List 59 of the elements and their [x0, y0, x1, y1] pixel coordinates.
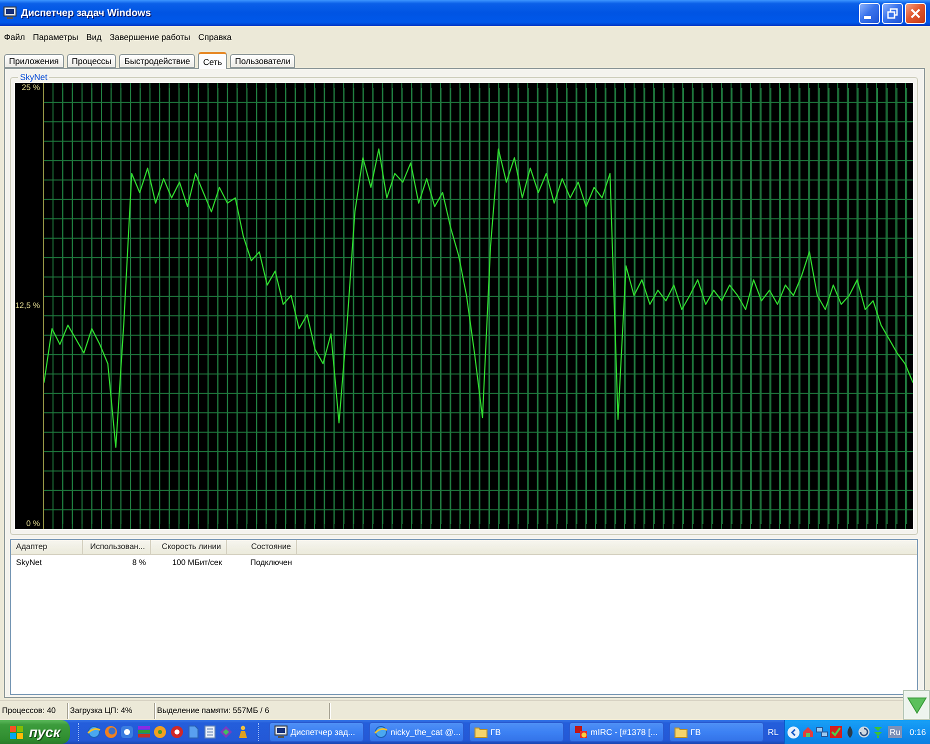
menu-item[interactable]: Справка [194, 32, 236, 42]
monitor-icon [3, 6, 17, 20]
house-icon[interactable] [802, 726, 814, 738]
taskbar-button[interactable]: ГВ [668, 722, 764, 742]
tray-indicator: RL [766, 727, 780, 737]
status-text: Процессов: 40 [0, 702, 68, 718]
clock: 0:16 [909, 727, 926, 737]
diamond-icon[interactable] [219, 725, 233, 739]
app-tile-icon [574, 725, 588, 739]
minimize-button[interactable] [859, 2, 880, 24]
tab[interactable]: Сеть [198, 52, 227, 69]
column-header[interactable]: Скорость линии [151, 540, 227, 554]
check-tile-icon[interactable] [830, 726, 842, 738]
planet-icon[interactable] [87, 725, 101, 739]
status-text: Загрузка ЦП: 4% [68, 702, 155, 718]
table-cell-text: Подключен [249, 557, 293, 569]
planet-icon [374, 725, 388, 739]
restore-icon [887, 8, 898, 18]
menu-item[interactable]: Файл [0, 32, 29, 42]
column-header[interactable]: Состояние [227, 540, 297, 554]
taskbar-button[interactable]: Диспетчер зад... [268, 722, 364, 742]
status-text: Выделение памяти: 557МБ / 6 [155, 702, 330, 718]
table-cell-text: 100 МБит/сек [171, 557, 223, 569]
screens-icon[interactable] [816, 726, 828, 738]
ring-icon[interactable] [170, 725, 184, 739]
dot-tile-icon[interactable] [120, 725, 134, 739]
monitor-icon [274, 725, 288, 739]
floating-widget[interactable] [903, 690, 930, 720]
flag-icon [9, 724, 24, 740]
restore-button[interactable] [882, 2, 903, 24]
axis-label: 25 % [22, 83, 40, 93]
axis-label: 0 % [26, 519, 40, 529]
tab[interactable]: Процессы [66, 54, 116, 68]
folder-icon [674, 725, 688, 739]
column-header[interactable]: Использован... [83, 540, 151, 554]
minimize-icon [864, 16, 871, 18]
group-title: SkyNet [19, 72, 48, 82]
close-icon [910, 8, 921, 18]
folder-icon [474, 725, 488, 739]
table-cell-text: 8 % [131, 557, 147, 569]
down-triangle-icon [906, 696, 926, 714]
table-cell-text: SkyNet [15, 557, 43, 569]
start-button[interactable]: пуск [0, 720, 70, 744]
close-button[interactable] [905, 2, 926, 24]
swirl-icon[interactable] [858, 726, 870, 738]
tab[interactable]: Приложения [4, 54, 64, 68]
taskbar-button[interactable]: ГВ [468, 722, 564, 742]
menu-item[interactable]: Параметры [28, 32, 82, 42]
tab[interactable]: Пользователи [230, 54, 296, 68]
chevron-left-icon[interactable] [786, 726, 800, 738]
axis-label: 12,5 % [15, 301, 40, 311]
menu-item[interactable]: Завершение работы [106, 32, 194, 42]
column-header[interactable]: Адаптер [11, 540, 83, 554]
window-title: Диспетчер задач Windows [21, 8, 152, 18]
taskbar-button[interactable]: nicky_the_cat @... [368, 722, 464, 742]
menu-item[interactable]: Вид [82, 32, 106, 42]
taskbar-button[interactable]: mIRC - [#1378 [... [568, 722, 664, 742]
notepad-icon[interactable] [202, 725, 216, 739]
tab[interactable]: Быстродействие [119, 54, 196, 68]
